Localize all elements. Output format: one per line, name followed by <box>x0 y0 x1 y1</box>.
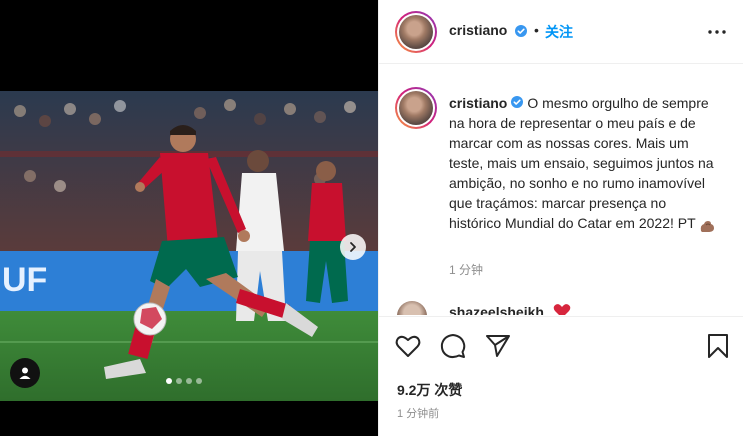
avatar-photo <box>399 15 433 49</box>
carousel-dot <box>196 378 202 384</box>
post-caption: cristiano O mesmo orgulho de sempre na ho… <box>449 93 719 233</box>
like-button[interactable] <box>393 331 423 361</box>
comment-bubble-icon <box>440 334 466 359</box>
tagged-users-button[interactable] <box>10 358 40 388</box>
paper-plane-icon <box>486 335 510 357</box>
share-button[interactable] <box>483 331 513 361</box>
verified-badge-icon <box>511 93 524 113</box>
comments-section: cristiano O mesmo orgulho de sempre na ho… <box>379 65 743 315</box>
commenter-username[interactable]: shazeelsheikh <box>449 304 544 315</box>
user-tag-icon <box>19 367 31 379</box>
heart-outline-icon <box>395 335 421 357</box>
save-button[interactable] <box>703 331 733 361</box>
post-photo[interactable]: UF <box>0 91 378 401</box>
svg-text:UF: UF <box>2 261 47 299</box>
separator-dot: • <box>534 22 539 38</box>
avatar-photo <box>399 91 433 125</box>
carousel-dot <box>176 378 182 384</box>
caption-timestamp: 1 分钟 <box>449 263 484 277</box>
caption-username[interactable]: cristiano <box>449 95 507 111</box>
comment-button[interactable] <box>438 331 468 361</box>
flexed-biceps-emoji-icon <box>699 218 715 232</box>
post-media: UF <box>0 0 378 436</box>
likes-count[interactable]: 9.2万 次赞 <box>397 380 462 400</box>
carousel-dot <box>186 378 192 384</box>
post-header: cristiano • 关注 <box>379 0 743 64</box>
caption-author-avatar[interactable] <box>395 87 437 129</box>
commenter-avatar[interactable] <box>397 301 427 315</box>
next-photo-button[interactable] <box>340 234 366 260</box>
caption-text: O mesmo orgulho de sempre na hora de rep… <box>449 95 714 232</box>
carousel-indicator <box>166 378 202 384</box>
post-side-panel: cristiano • 关注 cristiano O mesmo orgulho … <box>378 0 743 436</box>
follow-button[interactable]: 关注 <box>545 22 573 42</box>
author-avatar[interactable] <box>395 11 437 53</box>
bookmark-icon <box>708 334 728 358</box>
verified-badge-icon <box>515 24 527 42</box>
carousel-dot-active <box>166 378 172 384</box>
post-modal: UF cristiano • 关注 cristiano O mesmo orgu… <box>0 0 743 436</box>
post-timestamp[interactable]: 1 分钟前 <box>397 405 439 421</box>
chevron-right-icon <box>350 242 356 252</box>
more-options-icon <box>708 30 726 34</box>
red-heart-emoji-icon <box>553 303 571 315</box>
author-username[interactable]: cristiano <box>449 22 507 38</box>
post-actions: 9.2万 次赞 1 分钟前 <box>379 316 743 436</box>
more-options-button[interactable] <box>705 20 729 44</box>
football-photo: UF <box>0 91 378 401</box>
